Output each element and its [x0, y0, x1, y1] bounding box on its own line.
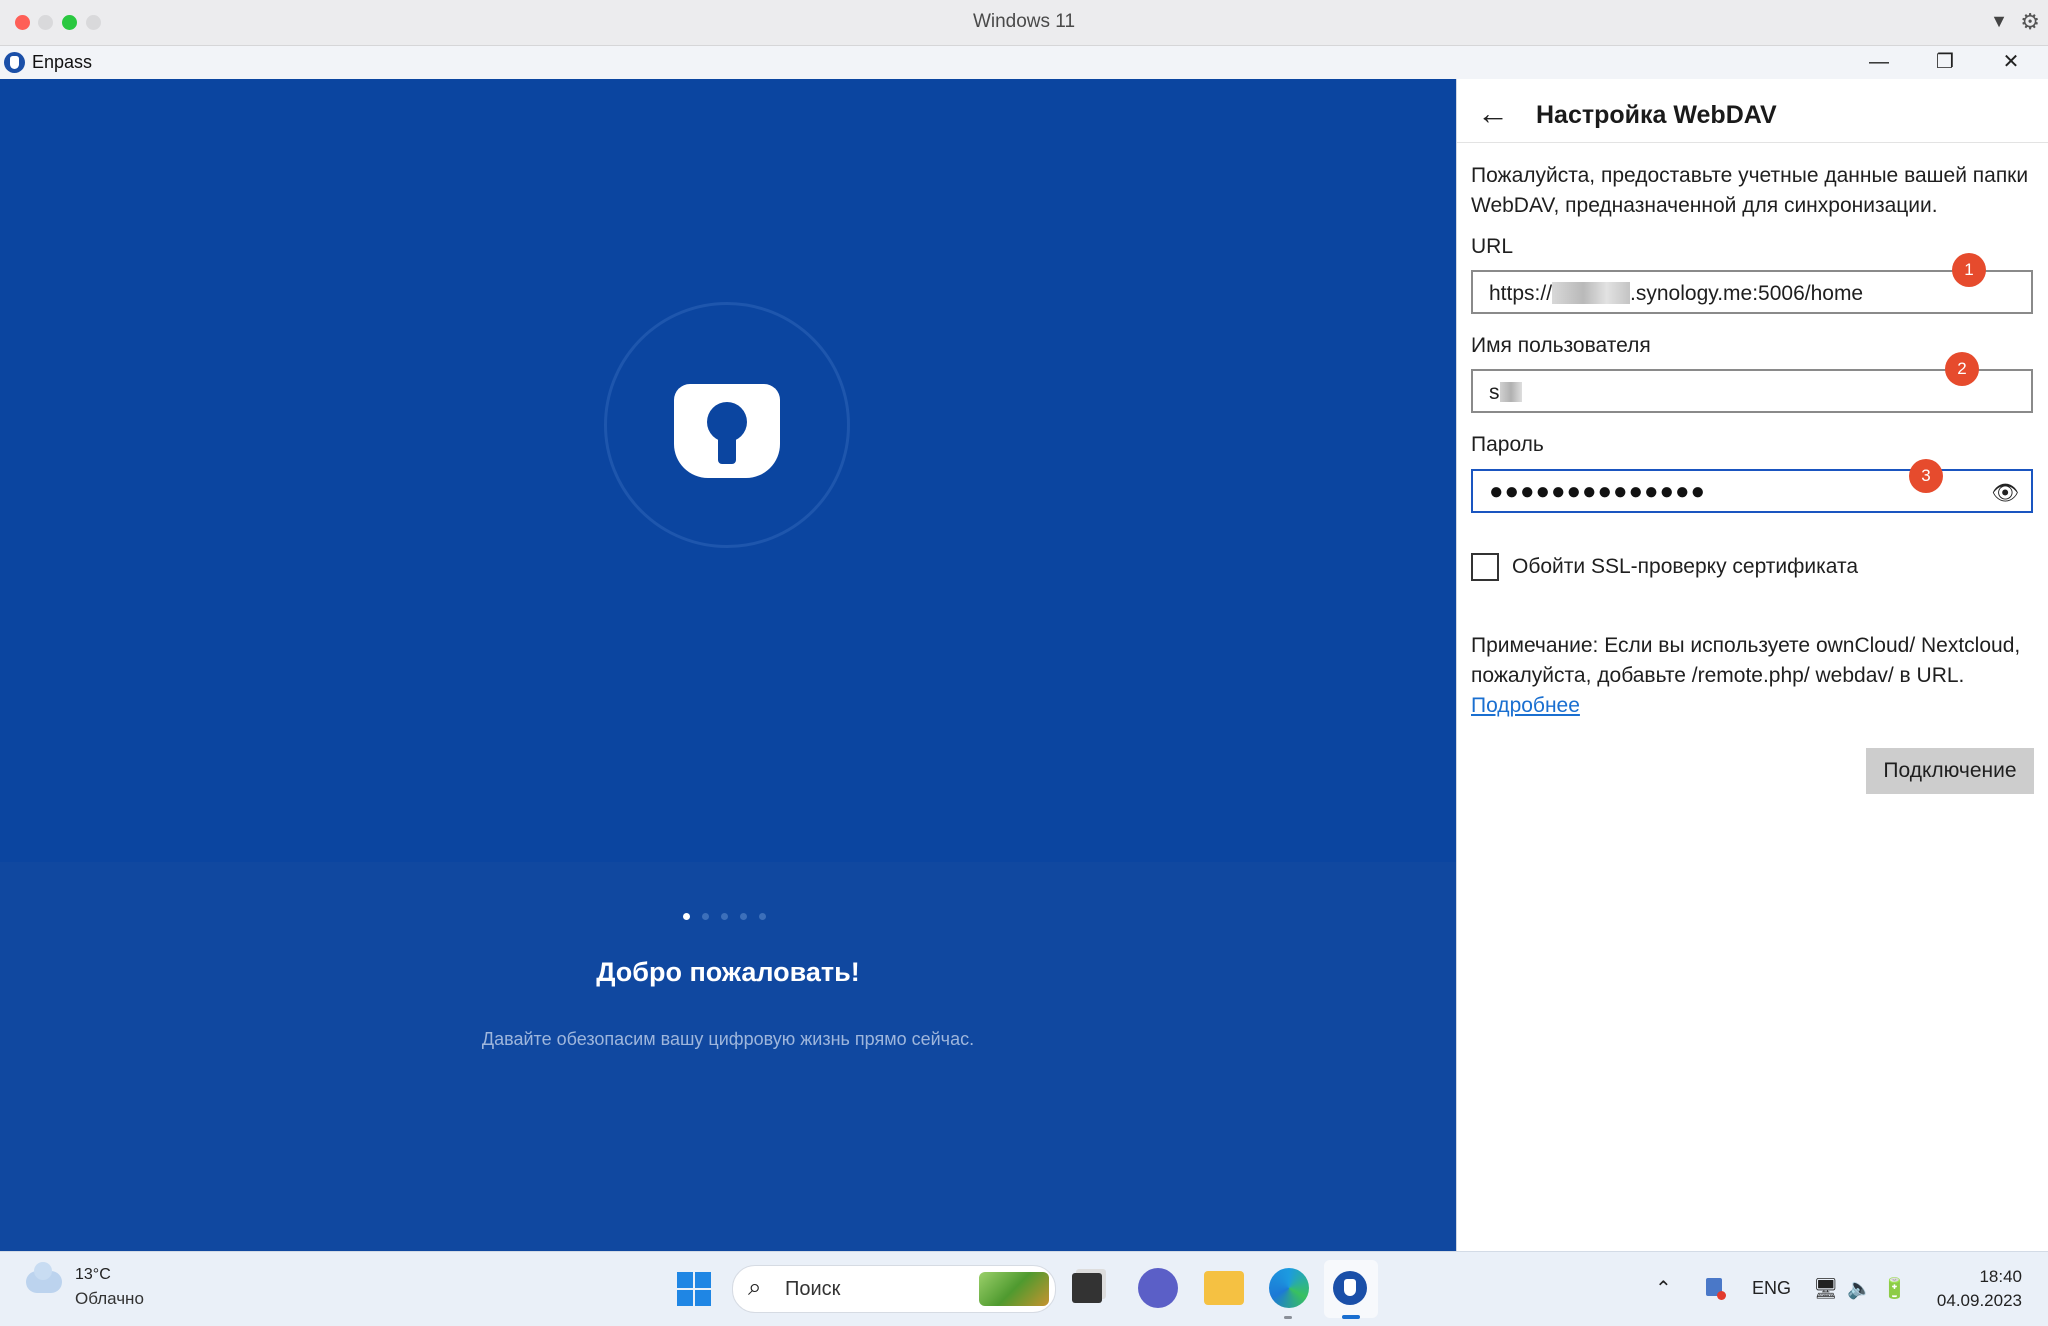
edge-browser-icon[interactable] — [1269, 1268, 1309, 1308]
ssl-bypass-label[interactable]: Обойти SSL-проверку сертификата — [1512, 555, 1858, 579]
app-title-bar: Enpass — ❐ ✕ — [0, 46, 2048, 79]
dropdown-triangle-icon[interactable]: ▼ — [1990, 11, 2008, 32]
close-button[interactable]: ✕ — [1978, 46, 2044, 79]
clock-date[interactable]: 04.09.2023 — [1937, 1291, 2022, 1311]
network-icon[interactable]: 🖥 — [1813, 1276, 1838, 1301]
enpass-logo-icon — [4, 52, 25, 73]
volume-icon[interactable]: 🔈 — [1847, 1276, 1872, 1301]
restore-button[interactable]: ❐ — [1912, 46, 1978, 79]
eye-icon[interactable]: 👁 — [1991, 480, 2019, 506]
webdav-setup-panel: ← Настройка WebDAV Пожалуйста, предостав… — [1456, 79, 2048, 1251]
weather-temperature[interactable]: 13°C — [75, 1266, 111, 1284]
annotation-badge: 1 — [1952, 253, 1986, 287]
intro-text: Пожалуйста, предоставьте учетные данные … — [1471, 164, 2029, 217]
cloud-icon[interactable] — [26, 1262, 62, 1293]
host-title-bar: Windows 11 ▼ ⚙ — [0, 0, 2048, 46]
annotation-badge: 3 — [1909, 459, 1943, 493]
username-label: Имя пользователя — [1471, 334, 1651, 357]
start-button[interactable] — [677, 1272, 711, 1306]
welcome-panel — [0, 79, 1456, 1251]
welcome-title: Добро пожаловать! — [596, 957, 860, 987]
search-highlight-image — [979, 1272, 1049, 1306]
annotation-badge: 2 — [1945, 352, 1979, 386]
url-input[interactable]: https://.synology.me:5006/home — [1471, 270, 2033, 314]
enpass-taskbar-icon[interactable] — [1333, 1271, 1367, 1305]
running-indicator — [1284, 1316, 1292, 1319]
url-label: URL — [1471, 235, 1514, 258]
teams-chat-icon[interactable] — [1138, 1268, 1178, 1308]
password-input[interactable]: ●●●●●●●●●●●●●● 👁 — [1471, 469, 2033, 513]
note-body: Примечание: Если вы используете ownCloud… — [1471, 634, 2021, 687]
carousel-dot[interactable] — [721, 913, 728, 920]
host-window-title: Windows 11 — [972, 11, 1076, 32]
learn-more-link[interactable]: Подробнее — [1471, 694, 1580, 717]
redacted-username — [1499, 382, 1522, 402]
weather-description[interactable]: Облачно — [75, 1289, 144, 1309]
welcome-subtitle: Давайте обезопасим вашу цифровую жизнь п… — [481, 1029, 975, 1049]
redacted-host — [1552, 282, 1631, 304]
url-value: https://.synology.me:5006/home — [1489, 282, 1864, 305]
gear-icon[interactable]: ⚙ — [2020, 9, 2040, 35]
chevron-up-icon[interactable]: ⌃ — [1655, 1276, 1672, 1301]
note-text: Примечание: Если вы используете ownCloud… — [1471, 631, 2031, 721]
carousel-dot[interactable] — [759, 913, 766, 920]
clock-time[interactable]: 18:40 — [1979, 1267, 2022, 1287]
carousel-dots — [683, 907, 778, 925]
file-explorer-icon[interactable] — [1204, 1271, 1244, 1305]
carousel-dot[interactable] — [740, 913, 747, 920]
task-view-icon[interactable] — [1072, 1273, 1102, 1303]
search-icon: ⌕ — [748, 1274, 762, 1301]
app-title: Enpass — [32, 52, 93, 72]
minimize-button[interactable]: — — [1846, 46, 1912, 79]
password-label: Пароль — [1471, 433, 1544, 456]
active-indicator — [1342, 1315, 1360, 1319]
search-placeholder: Поиск — [785, 1278, 841, 1300]
carousel-dot[interactable] — [683, 913, 690, 920]
keyhole-icon-stem — [718, 430, 736, 464]
connect-button[interactable]: Подключение — [1866, 748, 2034, 794]
carousel-dot[interactable] — [702, 913, 709, 920]
panel-title: Настройка WebDAV — [1536, 101, 1777, 129]
taskbar-search[interactable]: ⌕ Поиск — [732, 1265, 1056, 1313]
back-arrow-icon[interactable]: ← — [1477, 95, 1509, 132]
username-value: s — [1489, 381, 1522, 405]
ssl-bypass-checkbox[interactable] — [1471, 553, 1499, 581]
battery-icon[interactable]: 🔋 — [1882, 1276, 1907, 1301]
taskbar: 13°C Облачно ⌕ Поиск ⌃ ENG 🖥 🔈 🔋 18:40 0… — [0, 1251, 2048, 1326]
notification-app-icon[interactable] — [1706, 1278, 1726, 1300]
password-value: ●●●●●●●●●●●●●● — [1489, 478, 1706, 505]
divider — [1457, 142, 2048, 143]
input-language[interactable]: ENG — [1752, 1278, 1791, 1299]
